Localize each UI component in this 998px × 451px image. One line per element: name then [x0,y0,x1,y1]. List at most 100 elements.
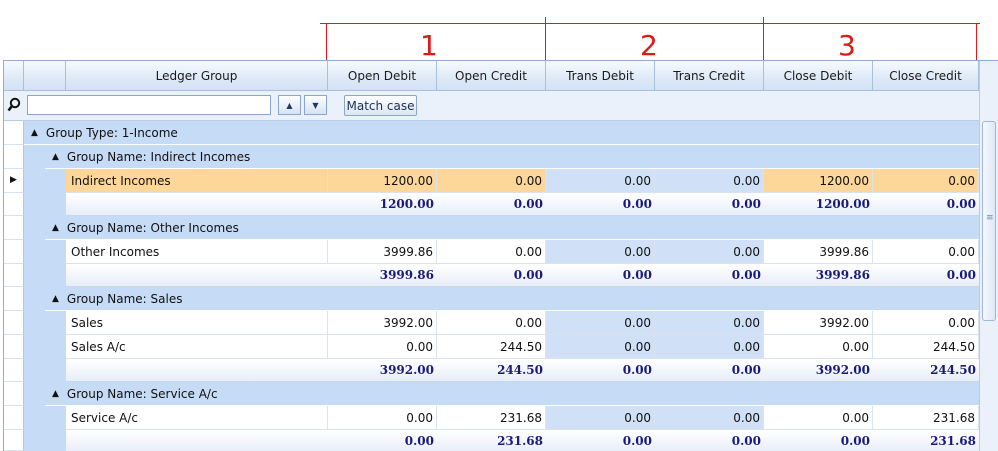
cell-ledger-name[interactable]: Service A/c [66,406,328,430]
cell-close-credit[interactable]: 0.00 [873,240,979,264]
summary-spacer [66,430,328,451]
triangle-up-icon: ▲ [286,100,293,110]
row-indicator-5[interactable] [4,240,24,264]
group-header-row[interactable]: ▲ Group Name: Service A/c [45,382,979,406]
header-group-indent [24,61,66,91]
cell-open-credit[interactable]: 0.00 [437,311,546,335]
summary-trans-credit: 0.00 [655,264,764,287]
annotation-label-3: 3 [838,29,856,62]
collapse-icon[interactable]: ▲ [52,294,59,304]
column-header-open-credit[interactable]: Open Credit [437,61,546,91]
summary-open-debit: 3999.86 [328,264,437,287]
collapse-icon[interactable]: ▲ [52,389,59,399]
row-indicator-8[interactable] [4,311,24,335]
group-header-row[interactable]: ▲ Group Name: Other Incomes [45,216,979,240]
cell-close-debit[interactable]: 3999.86 [764,240,873,264]
cell-trans-debit[interactable]: 0.00 [546,311,655,335]
collapse-icon[interactable]: ▲ [52,152,59,162]
cell-open-credit[interactable]: 0.00 [437,169,546,193]
cell-open-debit[interactable]: 3999.86 [328,240,437,264]
row-indicator-1[interactable] [4,145,24,169]
cell-trans-credit[interactable]: 0.00 [655,240,764,264]
column-header-open-debit[interactable]: Open Debit [328,61,437,91]
group-header-row[interactable]: ▲ Group Name: Indirect Incomes [45,145,979,169]
column-header-trans-debit[interactable]: Trans Debit [546,61,655,91]
cell-trans-debit[interactable]: 0.00 [546,240,655,264]
summary-trans-credit: 0.00 [655,193,764,216]
cell-trans-credit[interactable]: 0.00 [655,311,764,335]
cell-trans-debit[interactable]: 0.00 [546,335,655,359]
cell-ledger-name[interactable]: Other Incomes [66,240,328,264]
cell-close-debit[interactable]: 0.00 [764,335,873,359]
cell-trans-debit[interactable]: 0.00 [546,406,655,430]
cell-trans-credit[interactable]: 0.00 [655,406,764,430]
cell-open-credit[interactable]: 231.68 [437,406,546,430]
cell-trans-debit[interactable]: 0.00 [546,169,655,193]
group-header-label: Group Name: Service A/c [66,386,218,401]
row-indicator-9[interactable] [4,335,24,359]
group-header-row[interactable]: ▲ Group Name: Sales [45,287,979,311]
summary-open-credit: 231.68 [437,430,546,451]
row-indicator-3[interactable] [4,193,24,216]
summary-open-credit: 0.00 [437,264,546,287]
cell-close-credit[interactable]: 244.50 [873,335,979,359]
vertical-scrollbar[interactable]: ≡ [979,61,998,451]
ledger-grid: Ledger Group Open Debit Open Credit Tran… [3,60,998,451]
find-input[interactable] [27,95,271,115]
current-row-arrow-icon: ▶ [10,175,17,185]
column-header-close-debit[interactable]: Close Debit [764,61,873,91]
cell-open-debit[interactable]: 0.00 [328,335,437,359]
row-indicator-6[interactable] [4,264,24,287]
cell-open-debit[interactable]: 0.00 [328,406,437,430]
row-indicator-11[interactable] [4,382,24,406]
annotation-label-1: 1 [420,29,438,62]
row-indicator-13[interactable] [4,430,24,451]
summary-open-debit: 1200.00 [328,193,437,216]
row-indicator-7[interactable] [4,287,24,311]
cell-trans-credit[interactable]: 0.00 [655,335,764,359]
column-header-trans-credit[interactable]: Trans Credit [655,61,764,91]
match-case-button[interactable]: Match case [344,95,417,116]
row-indicator-4[interactable] [4,216,24,240]
row-indicator-10[interactable] [4,359,24,382]
annotation-divider-4 [976,23,977,60]
group-header-label: Group Name: Indirect Incomes [66,149,251,164]
summary-close-debit: 1200.00 [764,193,873,216]
row-indicator-2[interactable]: ▶ [4,169,24,193]
cell-close-debit[interactable]: 1200.00 [764,169,873,193]
row-indicator-12[interactable] [4,406,24,430]
summary-close-credit: 0.00 [873,264,979,287]
column-header-ledger-group[interactable]: Ledger Group [66,61,328,91]
group-header-label: Group Name: Other Incomes [66,220,239,235]
collapse-icon[interactable]: ▲ [52,223,59,233]
triangle-down-icon: ▼ [312,100,319,110]
cell-ledger-name[interactable]: Indirect Incomes [66,169,328,193]
cell-close-credit[interactable]: 231.68 [873,406,979,430]
cell-trans-credit[interactable]: 0.00 [655,169,764,193]
collapse-icon[interactable]: ▲ [31,128,38,138]
column-header-close-credit[interactable]: Close Credit [873,61,979,91]
summary-open-debit: 0.00 [328,430,437,451]
find-next-button[interactable]: ▼ [304,95,327,115]
cell-ledger-name[interactable]: Sales [66,311,328,335]
cell-open-debit[interactable]: 3992.00 [328,311,437,335]
group-name-indent-2 [45,240,66,287]
scrollbar-thumb[interactable]: ≡ [982,121,996,321]
cell-open-credit[interactable]: 0.00 [437,240,546,264]
cell-ledger-name[interactable]: Sales A/c [66,335,328,359]
cell-close-credit[interactable]: 0.00 [873,311,979,335]
cell-close-debit[interactable]: 0.00 [764,406,873,430]
cell-open-debit[interactable]: 1200.00 [328,169,437,193]
find-previous-button[interactable]: ▲ [278,95,301,115]
cell-open-credit[interactable]: 244.50 [437,335,546,359]
summary-close-debit: 0.00 [764,430,873,451]
group-type-indent [24,145,45,451]
row-indicator-0[interactable] [4,121,24,145]
find-panel: ▲ ▼ Match case [4,91,979,121]
group-type-row[interactable]: ▲ Group Type: 1-Income [24,121,979,145]
annotation-label-2: 2 [640,29,658,62]
cell-close-credit[interactable]: 0.00 [873,169,979,193]
search-icon [7,97,21,116]
cell-close-debit[interactable]: 3992.00 [764,311,873,335]
group-name-indent-3 [45,311,66,382]
